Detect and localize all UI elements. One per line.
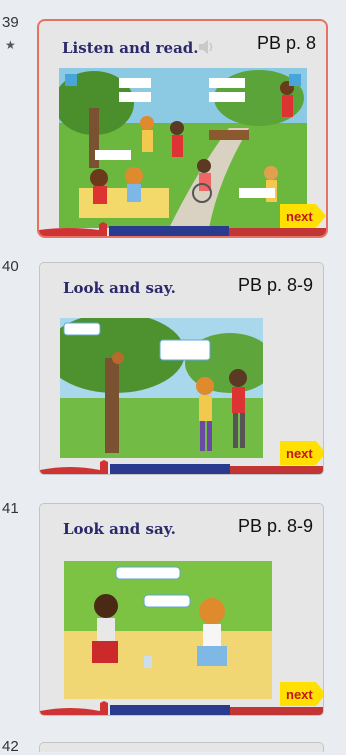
next-button[interactable]: next	[280, 441, 323, 465]
slide-number: 40	[2, 258, 19, 275]
slide-illustration	[60, 318, 263, 458]
slide-illustration	[59, 68, 307, 228]
slide-title: Look and say.	[63, 520, 176, 538]
slide-title: Look and say.	[63, 279, 176, 297]
slide-thumbnail-partial[interactable]	[39, 742, 324, 752]
pb-page-label: PB p. 8-9	[237, 275, 313, 295]
slide-number: 42	[2, 738, 19, 755]
slide-illustration	[64, 561, 272, 699]
slide-thumbnail-40[interactable]: Look and say. PB p. 8-9 next	[39, 262, 324, 475]
pb-page-label: PB p. 8	[256, 33, 316, 53]
star-icon: ★	[5, 38, 16, 52]
slide-thumbnail-39[interactable]: Listen and read. PB p. 8 next	[37, 19, 328, 238]
pb-page-label: PB p. 8-9	[237, 516, 313, 536]
next-button[interactable]: next	[280, 682, 323, 706]
slide-number: 39	[2, 14, 19, 31]
slide-thumbnail-41[interactable]: Look and say. PB p. 8-9 next	[39, 503, 324, 716]
slide-number: 41	[2, 500, 19, 517]
speaker-icon[interactable]	[198, 39, 216, 55]
slide-title: Listen and read.	[62, 39, 199, 57]
next-button[interactable]: next	[280, 204, 326, 228]
